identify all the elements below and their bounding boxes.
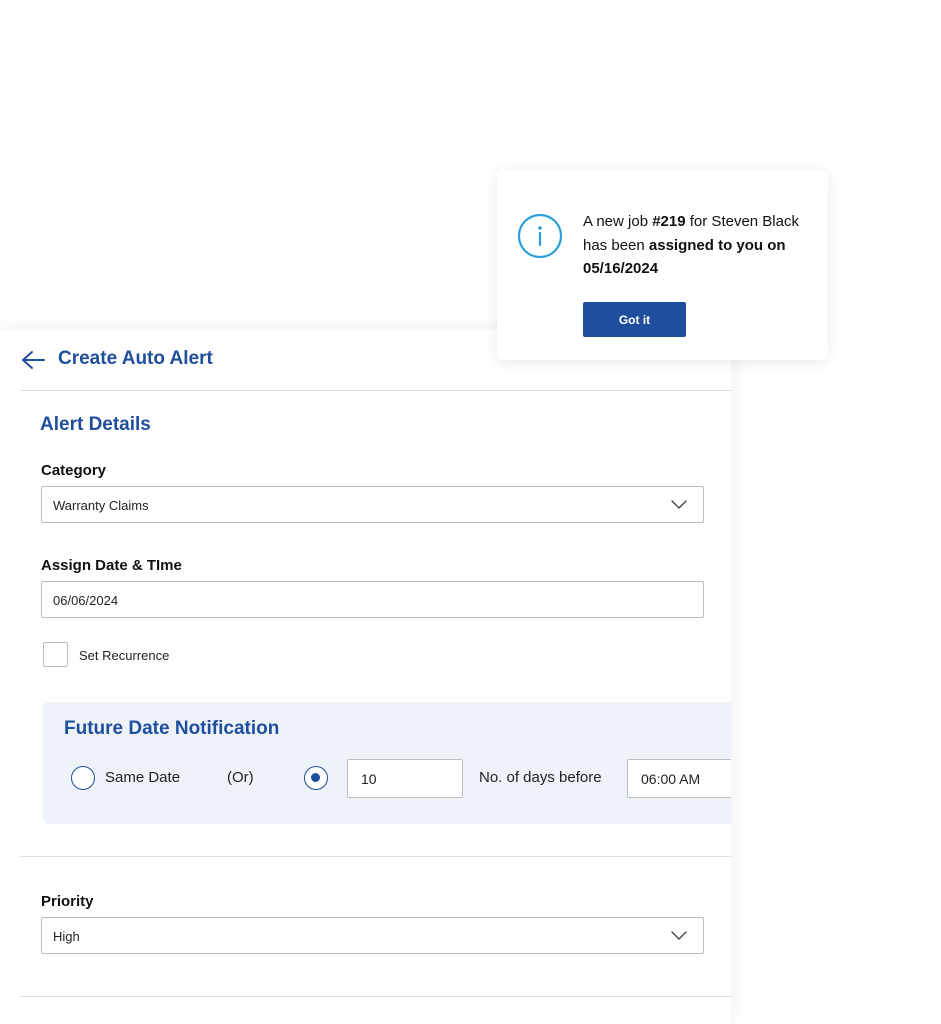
set-recurrence-checkbox[interactable]	[43, 642, 68, 667]
assign-date-input[interactable]: 06/06/2024	[41, 581, 704, 618]
time-input[interactable]: 06:00 AM	[627, 759, 731, 798]
section-divider	[20, 856, 731, 857]
days-before-radio[interactable]	[304, 766, 328, 790]
page-title: Create Auto Alert	[58, 348, 213, 369]
category-label: Category	[41, 462, 107, 479]
priority-value: High	[53, 929, 80, 944]
toast-message: A new job #219 for Steven Black has been…	[583, 210, 808, 281]
assign-date-label: Assign Date & TIme	[41, 557, 182, 574]
set-recurrence-label: Set Recurrence	[79, 648, 170, 663]
future-date-title: Future Date Notification	[64, 718, 280, 739]
time-value: 06:00 AM	[641, 771, 701, 787]
priority-select[interactable]: High	[41, 917, 704, 954]
radio-selected-dot	[311, 773, 320, 782]
future-date-notification-box: Future Date Notification Same Date (Or) …	[43, 702, 731, 824]
same-date-label: Same Date	[105, 769, 181, 786]
category-select[interactable]: Warranty Claims	[41, 486, 704, 523]
got-it-button[interactable]: Got it	[583, 302, 686, 337]
toast-text-part-1: A new job	[583, 213, 653, 230]
category-value: Warranty Claims	[53, 498, 149, 513]
assign-date-value: 06/06/2024	[53, 593, 119, 608]
or-label: (Or)	[227, 769, 254, 786]
arrow-left-icon[interactable]	[21, 350, 45, 370]
chevron-down-icon	[671, 931, 687, 940]
days-before-input[interactable]: 10	[347, 759, 463, 798]
create-alert-panel: Create Auto Alert Alert Details Category…	[0, 330, 731, 1024]
days-before-value: 10	[361, 771, 377, 787]
header-divider	[20, 390, 731, 391]
notification-toast: A new job #219 for Steven Black has been…	[497, 170, 828, 360]
chevron-down-icon	[671, 500, 687, 509]
days-before-label: No. of days before	[479, 769, 602, 786]
bottom-divider	[20, 996, 731, 997]
info-icon	[517, 213, 563, 259]
priority-label: Priority	[41, 893, 94, 910]
same-date-radio[interactable]	[71, 766, 95, 790]
section-title-alert-details: Alert Details	[40, 414, 151, 435]
toast-job-number: #219	[652, 213, 686, 230]
